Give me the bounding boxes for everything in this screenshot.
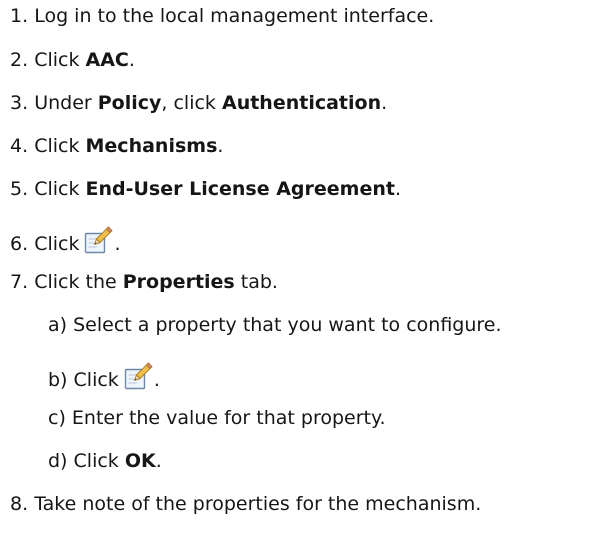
substep-post-text: .: [155, 450, 162, 472]
substep-text: Enter the value for that property.: [71, 407, 386, 429]
step-6: 6. Click .: [10, 226, 121, 256]
ui-label-aac: AAC: [85, 49, 129, 71]
step-number: 2.: [10, 49, 29, 71]
substep-c: c) Enter the value for that property.: [48, 406, 386, 430]
step-number: 8.: [10, 493, 29, 515]
step-number: 1.: [10, 5, 29, 27]
ui-label-ok: OK: [124, 450, 156, 472]
step-7: 7. Click the Properties tab.: [10, 270, 278, 294]
substep-text: Select a property that you want to confi…: [73, 314, 502, 336]
step-pre-text: Click: [34, 178, 86, 200]
ui-label-eula: End-User License Agreement: [85, 178, 395, 200]
step-number: 3.: [10, 92, 29, 114]
ui-label-authentication: Authentication: [221, 92, 382, 114]
step-pre-text: Click: [34, 49, 86, 71]
substep-letter: b): [48, 369, 68, 391]
step-3: 3. Under Policy, click Authentication.: [10, 91, 387, 115]
step-pre-text: Click: [34, 135, 86, 157]
step-post-text: .: [217, 135, 224, 157]
step-post-text: .: [128, 49, 135, 71]
substep-letter: a): [48, 314, 68, 336]
step-text: Take note of the properties for the mech…: [34, 493, 482, 515]
substep-pre-text: Click: [73, 450, 125, 472]
step-number: 7.: [10, 271, 29, 293]
substep-b: b) Click .: [48, 362, 160, 392]
step-post-text: .: [114, 233, 121, 255]
step-post-text: .: [394, 178, 402, 200]
step-pre-text: Click the: [34, 271, 123, 293]
substep-post-text: .: [153, 369, 160, 391]
substep-pre-text: Click: [73, 369, 119, 391]
edit-icon: [83, 226, 114, 256]
substep-d: d) Click OK.: [48, 449, 162, 473]
step-pre-text: Click: [34, 233, 80, 255]
procedure-steps: 1. Log in to the local management interf…: [0, 0, 606, 533]
substep-a: a) Select a property that you want to co…: [48, 313, 502, 337]
ui-label-policy: Policy: [97, 92, 162, 114]
step-4: 4. Click Mechanisms.: [10, 134, 223, 158]
step-mid-text: , click: [161, 92, 222, 114]
ui-label-properties: Properties: [122, 271, 235, 293]
step-post-text: tab.: [234, 271, 278, 293]
step-post-text: .: [381, 92, 388, 114]
step-number: 5.: [10, 178, 29, 200]
step-pre-text: Under: [34, 92, 98, 114]
edit-icon: [123, 362, 153, 392]
substep-letter: c): [48, 407, 66, 429]
step-number: 4.: [10, 135, 29, 157]
step-2: 2. Click AAC.: [10, 48, 135, 72]
step-number: 6.: [10, 233, 29, 255]
step-8: 8. Take note of the properties for the m…: [10, 492, 481, 516]
substep-letter: d): [48, 450, 68, 472]
ui-label-mechanisms: Mechanisms: [85, 135, 218, 157]
step-1: 1. Log in to the local management interf…: [10, 4, 434, 28]
step-5: 5. Click End-User License Agreement.: [10, 177, 401, 201]
step-text: Log in to the local management interface…: [34, 5, 435, 27]
